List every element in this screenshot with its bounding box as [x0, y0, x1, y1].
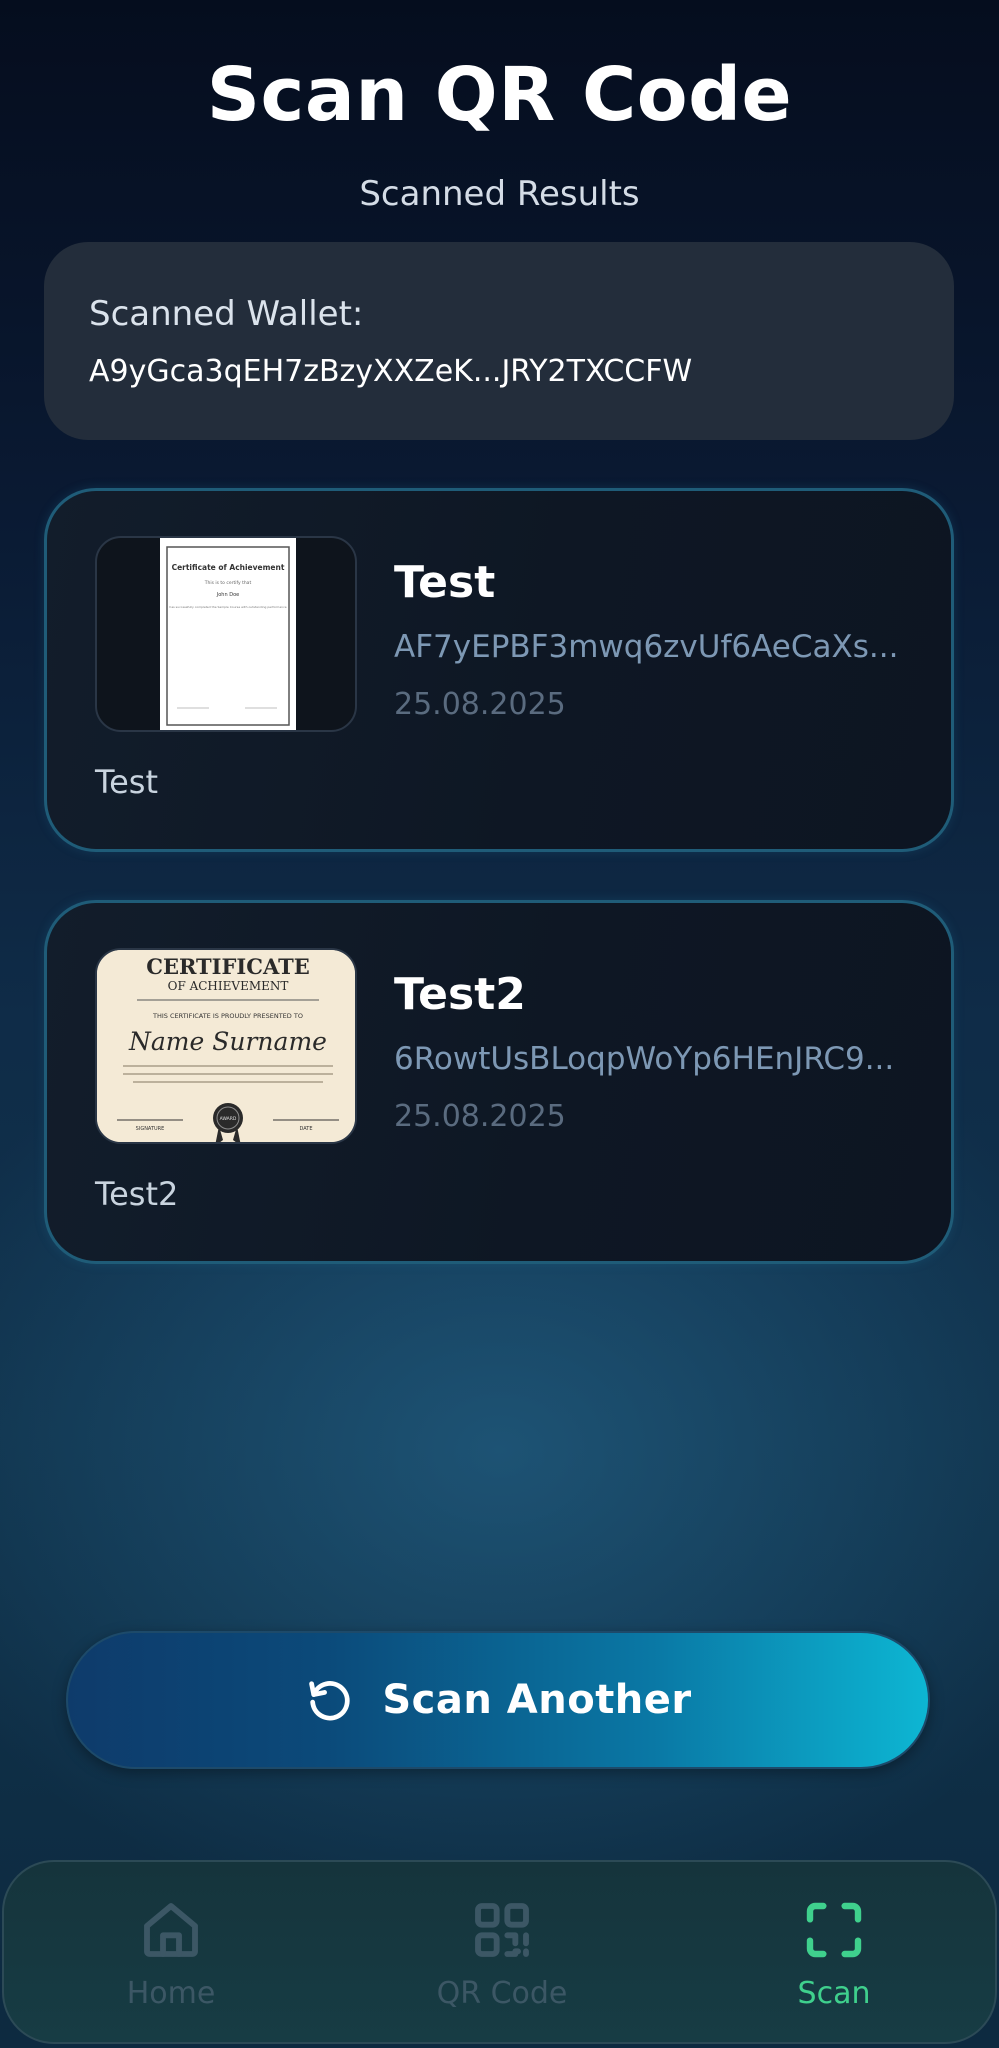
certificate-card[interactable]: CERTIFICATE OF ACHIEVEMENT THIS CERTIFIC… [44, 900, 954, 1264]
certificate-date: 25.08.2025 [394, 687, 566, 722]
scan-icon [806, 1902, 862, 1958]
scan-another-button[interactable]: Scan Another [66, 1631, 930, 1769]
bottom-nav: Home QR Code Scan [2, 1860, 997, 2044]
wallet-address: A9yGca3qEH7zBzyXXZeK...JRY2TXCCFW [89, 354, 693, 389]
nav-label-qr-code: QR Code [436, 1976, 568, 2011]
certificate-address: AF7yEPBF3mwq6zvUf6AeCaXs... [394, 629, 899, 665]
certificate-thumbnail[interactable]: CERTIFICATE OF ACHIEVEMENT THIS CERTIFIC… [95, 948, 357, 1144]
thumb-body: has successfully completed the Sample Co… [169, 605, 286, 609]
certificate-description: Test [95, 763, 159, 801]
certificate-name: Test [394, 557, 496, 608]
refresh-icon [309, 1681, 350, 1721]
certificate-description: Test2 [95, 1175, 179, 1213]
thumb-title: Certificate of Achievement [172, 563, 285, 572]
nav-label-home: Home [126, 1976, 216, 2011]
thumb-presented: THIS CERTIFICATE IS PROUDLY PRESENTED TO [152, 1012, 303, 1020]
page-subtitle: Scanned Results [359, 174, 640, 214]
thumb-title: CERTIFICATE [146, 954, 309, 979]
certificate-card[interactable]: Certificate of Achievement This is to ce… [44, 488, 954, 852]
thumb-subtitle: This is to certify that [204, 580, 252, 586]
nav-item-qr-code[interactable]: QR Code [382, 1898, 622, 2011]
page-title: Scan QR Code [206, 52, 793, 138]
thumb-recipient: Name Surname [128, 1027, 327, 1056]
thumb-signature: SIGNATURE [136, 1126, 165, 1132]
wallet-label: Scanned Wallet: [89, 294, 364, 334]
nav-label-scan: Scan [797, 1976, 871, 2011]
scan-another-label: Scan Another [382, 1677, 692, 1723]
certificate-name: Test2 [394, 969, 526, 1020]
qr-code-icon [475, 1903, 529, 1957]
thumb-recipient: John Doe [216, 592, 239, 598]
nav-item-scan[interactable]: Scan [714, 1898, 954, 2011]
thumb-date-label: DATE [299, 1126, 312, 1132]
thumb-seal-text: AWARD [220, 1116, 237, 1122]
thumb-subtitle: OF ACHIEVEMENT [168, 979, 289, 993]
certificate-address: 6RowtUsBLoqpWoYp6HEnJRC9... [394, 1041, 895, 1077]
certificate-image: Certificate of Achievement This is to ce… [160, 538, 296, 730]
home-icon [144, 1903, 198, 1957]
certificate-date: 25.08.2025 [394, 1099, 566, 1134]
scanned-wallet-card: Scanned Wallet: A9yGca3qEH7zBzyXXZeK...J… [44, 242, 954, 440]
certificate-image: CERTIFICATE OF ACHIEVEMENT THIS CERTIFIC… [97, 950, 355, 1142]
certificate-thumbnail[interactable]: Certificate of Achievement This is to ce… [95, 536, 357, 732]
nav-item-home[interactable]: Home [51, 1898, 291, 2011]
